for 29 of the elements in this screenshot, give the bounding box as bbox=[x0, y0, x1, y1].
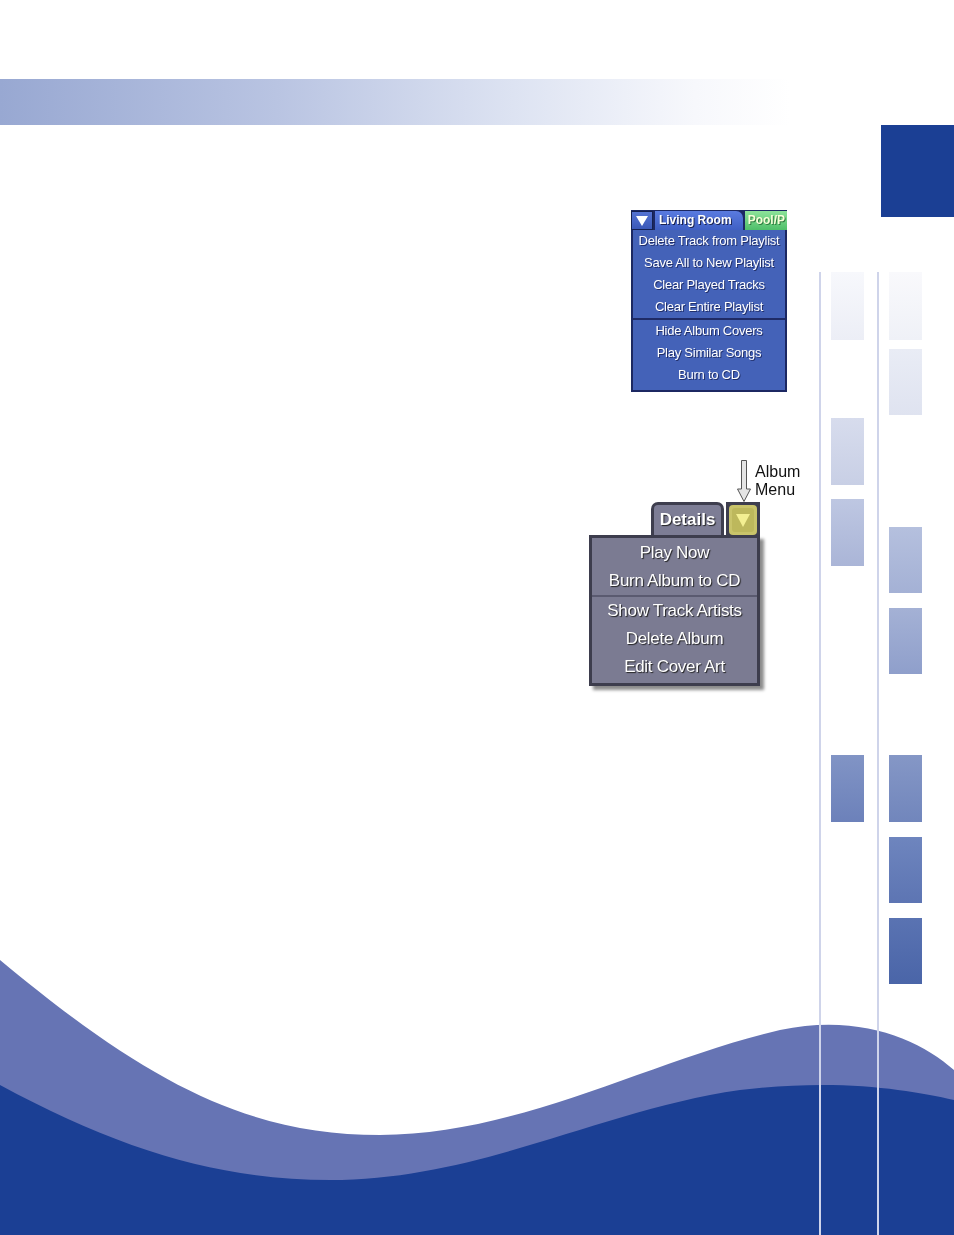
menu-item[interactable]: Play Now bbox=[592, 539, 757, 567]
menu-item[interactable]: Clear Entire Playlist bbox=[633, 296, 785, 318]
index-tile bbox=[889, 755, 922, 822]
menu-item[interactable]: Burn to CD bbox=[633, 364, 785, 386]
index-tile bbox=[831, 755, 864, 822]
menu-item[interactable]: Play Similar Songs bbox=[633, 342, 785, 364]
index-tile bbox=[831, 499, 864, 566]
menu-item[interactable]: Burn Album to CD bbox=[592, 567, 757, 595]
menu-item[interactable]: Hide Album Covers bbox=[633, 320, 785, 342]
index-tile bbox=[889, 837, 922, 903]
triangle-down-icon bbox=[635, 215, 648, 226]
album-menu-button[interactable] bbox=[726, 502, 760, 535]
index-tile bbox=[889, 918, 922, 984]
details-tab[interactable]: Details bbox=[651, 502, 724, 535]
menu-item[interactable]: Show Track Artists bbox=[592, 597, 757, 625]
dropdown-button[interactable] bbox=[631, 211, 653, 230]
index-tile bbox=[889, 527, 922, 593]
index-tile bbox=[831, 418, 864, 485]
index-tile bbox=[889, 349, 922, 415]
menu-item[interactable]: Save All to New Playlist bbox=[633, 252, 785, 274]
down-arrow-icon bbox=[737, 460, 751, 502]
menu-item[interactable]: Delete Album bbox=[592, 625, 757, 653]
menu-item[interactable]: Edit Cover Art bbox=[592, 653, 757, 681]
triangle-down-icon bbox=[729, 505, 757, 535]
menu-item[interactable]: Clear Played Tracks bbox=[633, 274, 785, 296]
zone-tab[interactable]: Living Room bbox=[654, 211, 743, 230]
callout-label: Album Menu bbox=[755, 463, 801, 499]
menu-item[interactable]: Delete Track from Playlist bbox=[633, 230, 785, 252]
index-tile bbox=[889, 608, 922, 674]
